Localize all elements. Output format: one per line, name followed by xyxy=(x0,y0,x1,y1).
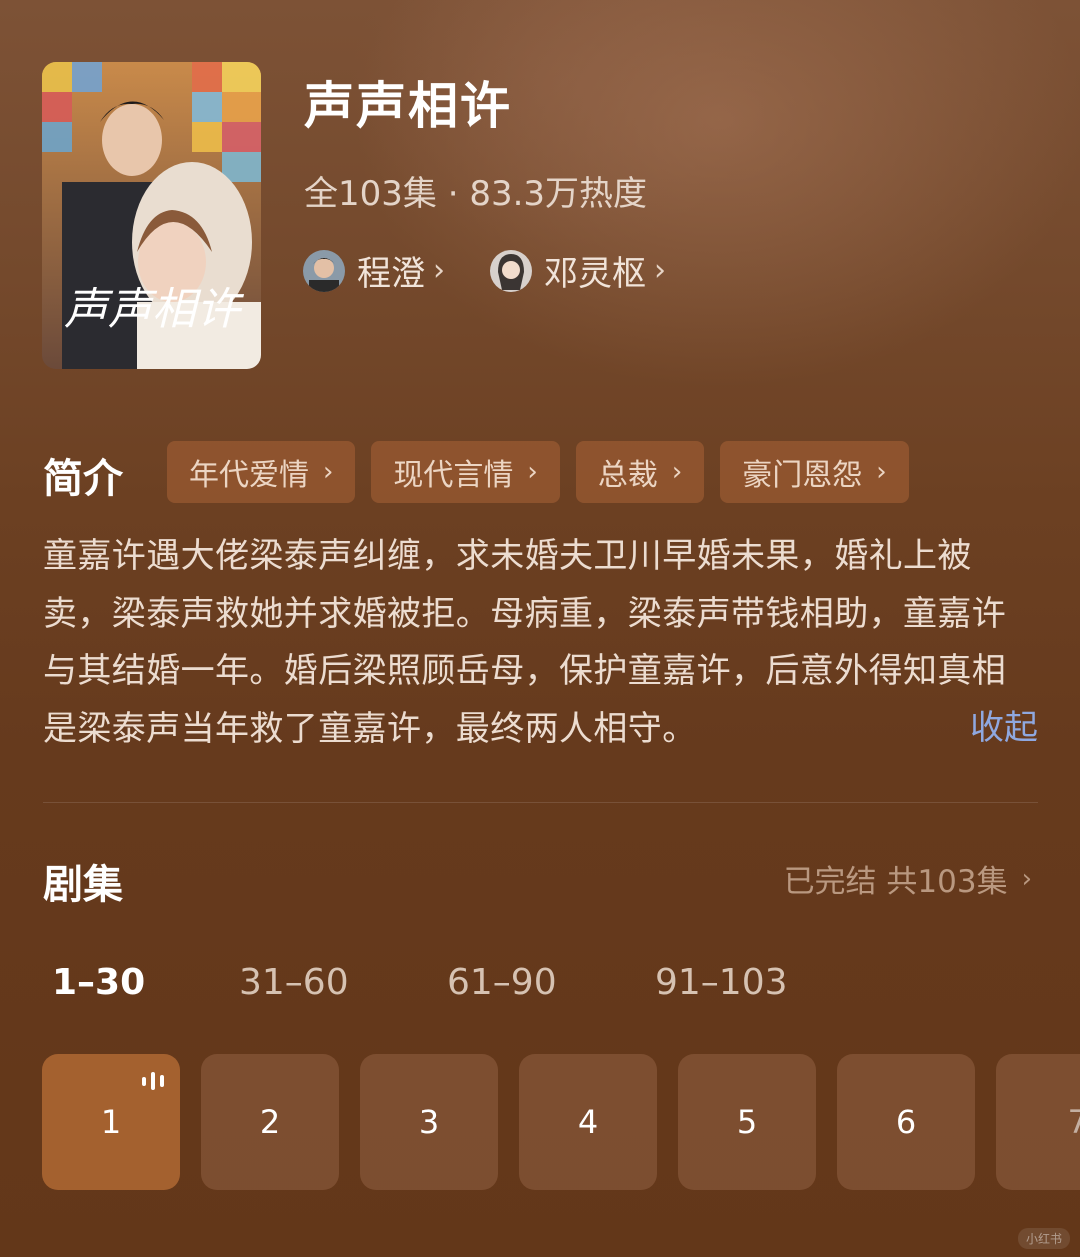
cast-name: 邓灵枢 xyxy=(544,254,646,294)
cast-item-2[interactable]: 邓灵枢 › xyxy=(490,246,666,295)
cast-name: 程澄 xyxy=(357,254,425,294)
chevron-right-icon: › xyxy=(876,457,887,487)
episode-number: 6 xyxy=(895,1103,917,1141)
episode-status-link[interactable]: 已完结 共103集 › xyxy=(784,856,1032,901)
episode-button[interactable]: 5 xyxy=(678,1054,816,1190)
avatar xyxy=(490,249,532,292)
drama-title: 声声相许 xyxy=(304,77,512,135)
episode-number: 3 xyxy=(418,1103,440,1141)
episode-button[interactable]: 1 xyxy=(42,1054,180,1190)
playing-indicator-icon xyxy=(142,1072,164,1090)
drama-meta: 全103集 · 83.3万热度 xyxy=(304,174,648,214)
chevron-right-icon: › xyxy=(323,457,334,487)
divider xyxy=(43,802,1038,803)
episode-number: 1 xyxy=(100,1103,122,1141)
tag-item[interactable]: 年代爱情 › xyxy=(167,441,356,503)
tag-list: 年代爱情 › 现代言情 › 总裁 › 豪门恩怨 › xyxy=(167,441,909,503)
collapse-button[interactable]: 收起 xyxy=(970,700,1038,749)
episode-number: 2 xyxy=(259,1103,281,1141)
episode-number: 7 xyxy=(1067,1103,1080,1141)
chevron-right-icon: › xyxy=(654,253,666,288)
episode-number: 5 xyxy=(736,1103,758,1141)
episodes-heading: 剧集 xyxy=(43,862,123,908)
tag-label: 现代言情 xyxy=(393,458,514,493)
range-tab[interactable]: 91–103 xyxy=(655,962,788,1003)
tag-label: 总裁 xyxy=(597,458,658,493)
tag-item[interactable]: 现代言情 › xyxy=(371,441,560,503)
range-tab[interactable]: 1–30 xyxy=(52,962,145,1003)
avatar xyxy=(303,249,345,292)
drama-poster[interactable]: 声声相许 xyxy=(42,62,261,369)
watermark: 小红书 xyxy=(1017,1228,1070,1249)
episode-button[interactable]: 2 xyxy=(201,1054,339,1190)
range-tab[interactable]: 61–90 xyxy=(447,962,557,1003)
tag-item[interactable]: 总裁 › xyxy=(575,441,705,503)
episode-button[interactable]: 4 xyxy=(519,1054,657,1190)
episode-button[interactable]: 7 xyxy=(996,1054,1080,1190)
tag-label: 年代爱情 xyxy=(189,458,309,493)
episode-button[interactable]: 6 xyxy=(837,1054,975,1190)
poster-title: 声声相许 xyxy=(64,284,245,335)
cast-item-1[interactable]: 程澄 › xyxy=(303,246,445,295)
episode-status: 已完结 共103集 xyxy=(783,864,1008,900)
range-tab[interactable]: 31–60 xyxy=(239,962,349,1003)
intro-heading: 简介 xyxy=(43,456,123,502)
chevron-right-icon: › xyxy=(433,253,445,288)
chevron-right-icon: › xyxy=(527,457,538,487)
chevron-right-icon: › xyxy=(671,457,683,487)
tag-item[interactable]: 豪门恩怨 › xyxy=(720,441,909,503)
synopsis-text: 童嘉许遇大佬梁泰声纠缠，求未婚夫卫川早婚未果，婚礼上被卖，梁泰声救她并求婚被拒。… xyxy=(43,536,1007,749)
tag-label: 豪门恩怨 xyxy=(742,458,863,493)
episode-button[interactable]: 3 xyxy=(360,1054,498,1190)
chevron-right-icon: › xyxy=(1021,863,1032,894)
episode-number: 4 xyxy=(577,1103,599,1141)
